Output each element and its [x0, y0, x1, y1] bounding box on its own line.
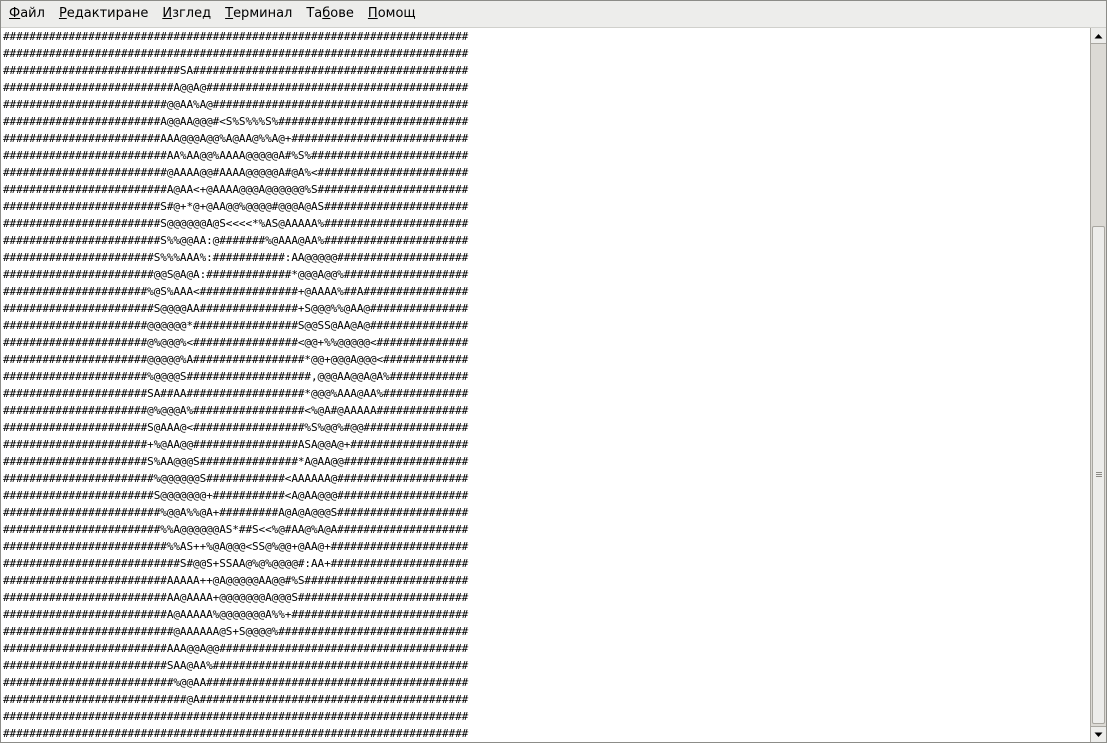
terminal-line: ##########################A@@A@#########…: [3, 81, 469, 94]
terminal-line: #########################AAA@@A@@#######…: [3, 642, 469, 655]
vertical-scrollbar[interactable]: [1090, 28, 1106, 742]
terminal-line: #######################S%%%AAA%:########…: [3, 251, 469, 264]
menu-file-label: айл: [20, 6, 45, 21]
terminal-line: ######################@@@@@@*###########…: [3, 319, 469, 332]
thumb-grip-line-2: [1096, 474, 1102, 475]
terminal-line: ######################SA##AA############…: [3, 387, 469, 400]
menu-edit[interactable]: Редактиране: [52, 2, 155, 26]
terminal-line: #########################%%AS++%@A@@@<SS…: [3, 540, 469, 553]
terminal-line: #######################@@S@A@A:#########…: [3, 268, 469, 281]
terminal-line: #########################AAAAA++@A@@@@@A…: [3, 574, 469, 587]
scrollbar-thumb[interactable]: [1092, 226, 1105, 724]
terminal-line: ######################S%AA@@@S##########…: [3, 455, 469, 468]
terminal-window: Файл Редактиране Изглед Терминал Табове …: [0, 0, 1107, 743]
terminal-line: ######################%@@@@S############…: [3, 370, 469, 383]
menu-terminal-label: ерминал: [233, 6, 293, 21]
terminal-line: ######################@%@@@A%###########…: [3, 404, 469, 417]
arrow-up-icon: [1094, 33, 1103, 38]
terminal-output[interactable]: ########################################…: [1, 28, 1090, 742]
terminal-line: #########################@AAAA@@#AAAA@@@…: [3, 166, 469, 179]
terminal-lines: ########################################…: [3, 28, 468, 742]
terminal-line: ########################S#@+*@+@AA@@%@@@…: [3, 200, 469, 213]
terminal-line: ########################S%%@@AA:@#######…: [3, 234, 469, 247]
menu-terminal-mnemonic: Т: [225, 6, 234, 21]
terminal-line: #########################A@AAAAA%@@@@@@@…: [3, 608, 469, 621]
terminal-line: ######################S@AAA@<###########…: [3, 421, 469, 434]
terminal-line: #########################SAA@AA%########…: [3, 659, 469, 672]
terminal-line: ########################################…: [3, 30, 469, 43]
terminal-line: ########################################…: [3, 727, 469, 740]
terminal-line: ######################@@@@@%A###########…: [3, 353, 469, 366]
scroll-down-button[interactable]: [1091, 726, 1106, 742]
arrow-down-icon: [1094, 732, 1103, 737]
menu-view[interactable]: Изглед: [155, 2, 218, 26]
menu-help-mnemonic: П: [367, 6, 378, 21]
terminal-line: #########################AA@AAAA+@@@@@@@…: [3, 591, 469, 604]
terminal-line: ##########################@AAAAAA@S+S@@@…: [3, 625, 469, 638]
terminal-line: ###########################SA###########…: [3, 64, 469, 77]
terminal-line: ##########################%@@AA#########…: [3, 676, 469, 689]
menu-tabs-label: ове: [330, 6, 354, 21]
menu-tabs[interactable]: Табове: [299, 2, 361, 26]
menu-view-label: зглед: [172, 6, 212, 21]
terminal-line: ######################+%@AA@@###########…: [3, 438, 469, 451]
terminal-line: ########################AAA@@@A@@%A@AA@%…: [3, 132, 469, 145]
menu-edit-mnemonic: Р: [58, 6, 67, 21]
thumb-grip-line-3: [1096, 476, 1102, 477]
terminal-line: ########################S@@@@@@A@S<<<<*%…: [3, 217, 469, 230]
menu-help[interactable]: Помощ: [361, 2, 423, 26]
menu-help-label: омощ: [377, 6, 416, 21]
menu-file[interactable]: Файл: [1, 2, 52, 26]
terminal-line: #######################S@@@@AA##########…: [3, 302, 469, 315]
terminal-line: ########################################…: [3, 47, 469, 60]
terminal-line: ######################%@S%AAA<##########…: [3, 285, 469, 298]
terminal-line: ############################@A##########…: [3, 693, 469, 706]
terminal-line: ######################@%@@@%<###########…: [3, 336, 469, 349]
menu-view-mnemonic: И: [162, 6, 173, 21]
menu-file-mnemonic: Ф: [9, 6, 21, 21]
terminal-line: #######################S@@@@@@@+########…: [3, 489, 469, 502]
terminal-line: ########################%%A@@@@@@AS*##S<…: [3, 523, 469, 536]
terminal-line: #########################A@AA<+@AAAA@@@A…: [3, 183, 469, 196]
menu-edit-label: едактиране: [66, 6, 149, 21]
scroll-up-button[interactable]: [1091, 28, 1106, 44]
menubar: Файл Редактиране Изглед Терминал Табове …: [1, 1, 1106, 28]
menu-tabs-prefix: Та: [306, 6, 323, 21]
terminal-line: ########################A@@AA@@@#<S%S%%%…: [3, 115, 469, 128]
terminal-line: #########################@@AA%A@########…: [3, 98, 469, 111]
terminal-line: ########################################…: [3, 710, 469, 723]
thumb-grip-line-1: [1096, 472, 1102, 473]
terminal-line: ###########################S#@@S+SSAA@%@…: [3, 557, 469, 570]
menu-terminal[interactable]: Терминал: [218, 2, 299, 26]
terminal-line: ########################%@@A%%@A+#######…: [3, 506, 469, 519]
terminal-line: #########################AA%AA@@%AAAA@@@…: [3, 149, 469, 162]
terminal-line: #######################%@@@@@@S#########…: [3, 472, 469, 485]
